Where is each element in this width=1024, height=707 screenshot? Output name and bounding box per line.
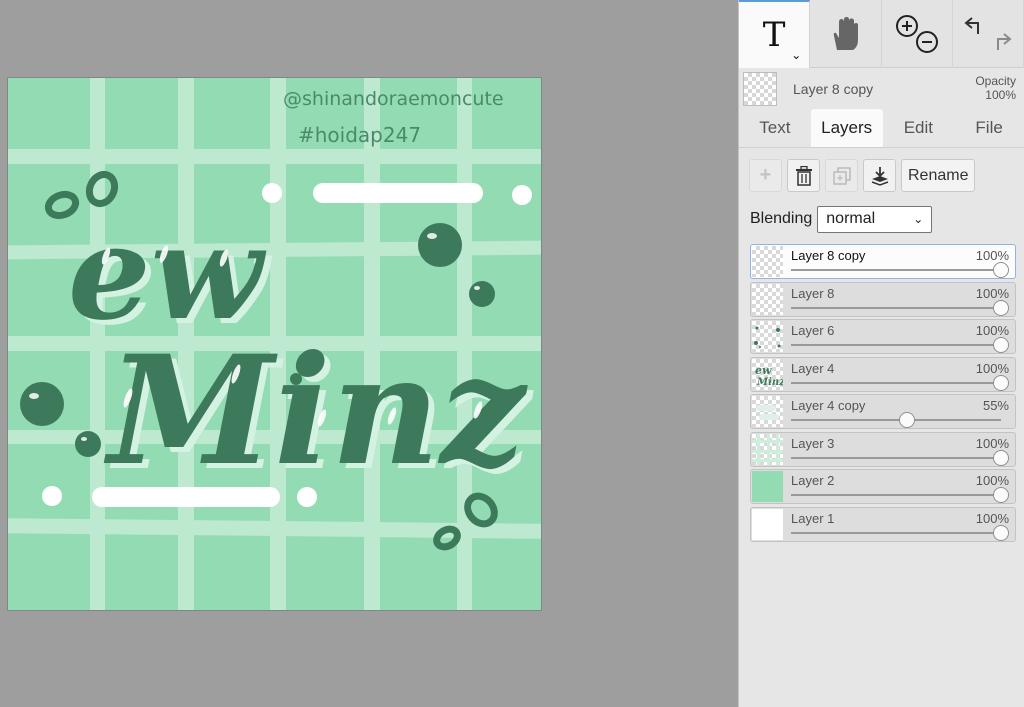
- layer-name: Layer 4: [791, 360, 835, 376]
- opacity-slider[interactable]: [791, 487, 1009, 503]
- current-layer-thumbnail: [743, 72, 777, 106]
- layer-thumbnail: [752, 471, 783, 502]
- blending-mode-select[interactable]: normal ⌄: [817, 205, 933, 233]
- zoom-in-icon: [895, 15, 918, 37]
- duplicate-layer-button[interactable]: [825, 159, 858, 192]
- svg-text:ew: ew: [755, 364, 772, 377]
- text-tool-button[interactable]: T ⌄: [739, 0, 811, 68]
- panel-tabs: Text Layers Edit File: [739, 109, 1024, 148]
- side-panel: T ⌄ Layer 8 copy Opacity 100% Text Layer…: [738, 0, 1024, 707]
- undo-icon: [964, 17, 979, 34]
- layer-row[interactable]: ew Minz Layer 4 100%: [750, 356, 1016, 392]
- opacity-slider[interactable]: [791, 449, 1009, 466]
- tab-layers[interactable]: Layers: [810, 109, 883, 147]
- opacity-slider-handle[interactable]: [993, 262, 1009, 278]
- text-tool-label: T: [762, 15, 786, 55]
- add-layer-button[interactable]: +: [749, 159, 782, 192]
- opacity-value: 100%: [985, 88, 1016, 102]
- merge-down-icon: [871, 166, 888, 186]
- layer-row[interactable]: Layer 4 copy 55%: [750, 394, 1016, 429]
- tab-file[interactable]: File: [954, 109, 1024, 147]
- layer-row[interactable]: Layer 3 100%: [750, 431, 1016, 467]
- layer-row[interactable]: Layer 2 100%: [750, 469, 1016, 504]
- current-layer-opacity[interactable]: Opacity 100%: [975, 74, 1016, 102]
- layer-opacity: 100%: [975, 473, 1009, 488]
- opacity-slider[interactable]: [791, 337, 1009, 353]
- artwork-text-minz: Minz: [103, 323, 528, 499]
- hand-icon: [834, 17, 859, 50]
- opacity-slider-handle[interactable]: [993, 449, 1009, 466]
- watermark-tag: #hoidap247: [298, 123, 421, 147]
- workspace: @shinandoraemoncute #hoidap247 ew Minz e…: [0, 0, 738, 707]
- layer-list: Layer 8 copy 100% Layer 8 100% Layer 6 1…: [739, 234, 1024, 542]
- image-canvas[interactable]: @shinandoraemoncute #hoidap247 ew Minz e…: [7, 77, 542, 611]
- layer-name: Layer 8: [791, 285, 835, 301]
- zoom-out-icon: [915, 31, 938, 53]
- layer-thumbnail: [752, 508, 783, 540]
- svg-text:Minz: Minz: [756, 377, 783, 388]
- opacity-slider-handle[interactable]: [993, 337, 1009, 353]
- layer-name: Layer 1: [791, 510, 835, 526]
- merge-down-button[interactable]: [863, 159, 896, 192]
- opacity-slider-handle[interactable]: [993, 524, 1009, 541]
- layer-opacity: 100%: [975, 510, 1009, 526]
- duplicate-icon: [832, 166, 851, 185]
- layer-opacity: 100%: [975, 435, 1009, 451]
- trash-icon: [795, 165, 812, 186]
- blending-label: Blending: [750, 210, 813, 227]
- layer-row[interactable]: Layer 8 100%: [750, 281, 1016, 317]
- delete-layer-button[interactable]: [787, 159, 820, 192]
- watermark-user: @shinandoraemoncute: [283, 88, 504, 110]
- blending-mode-value: normal: [826, 210, 876, 227]
- layer-opacity: 55%: [982, 398, 1009, 413]
- layer-thumbnail: ew Minz: [752, 358, 783, 390]
- current-layer-name: Layer 8 copy: [793, 81, 874, 97]
- layer-row[interactable]: Layer 1 100%: [750, 506, 1016, 542]
- layer-thumbnail: [752, 433, 783, 465]
- layer-row[interactable]: Layer 6 100%: [750, 319, 1016, 354]
- opacity-slider[interactable]: [791, 374, 1009, 391]
- redo-icon: [996, 33, 1012, 50]
- opacity-slider-handle[interactable]: [993, 374, 1009, 391]
- layer-name: Layer 4 copy: [791, 398, 866, 413]
- blending-row: Blending normal ⌄: [739, 204, 1024, 234]
- layer-opacity: 100%: [975, 323, 1009, 338]
- opacity-label: Opacity: [975, 74, 1016, 88]
- layer-name: Layer 2: [791, 473, 835, 488]
- tab-edit[interactable]: Edit: [883, 109, 955, 147]
- history-tool-button[interactable]: [953, 0, 1024, 68]
- opacity-slider-handle[interactable]: [993, 487, 1009, 503]
- layer-opacity: 100%: [975, 248, 1009, 263]
- layer-name: Layer 3: [791, 435, 835, 451]
- opacity-slider-handle[interactable]: [898, 412, 915, 428]
- layer-name: Layer 8 copy: [791, 248, 866, 263]
- zoom-tool-button[interactable]: [882, 0, 953, 68]
- rename-layer-button[interactable]: Rename: [901, 159, 976, 192]
- layer-thumbnail: [752, 283, 783, 315]
- plus-icon: +: [759, 164, 772, 186]
- layer-name: Layer 6: [791, 323, 835, 338]
- canvas-artwork: @shinandoraemoncute #hoidap247 ew Minz e…: [8, 78, 541, 610]
- chevron-down-icon: ⌄: [791, 48, 802, 62]
- layer-thumbnail: [752, 396, 783, 427]
- opacity-slider[interactable]: [791, 412, 1001, 428]
- layer-thumbnail: [752, 246, 783, 277]
- opacity-slider-handle[interactable]: [993, 299, 1009, 316]
- chevron-down-icon: ⌄: [913, 212, 924, 226]
- tool-bar: T ⌄: [739, 0, 1024, 68]
- pan-tool-button[interactable]: [810, 0, 882, 68]
- layer-opacity: 100%: [975, 360, 1009, 376]
- layer-actions: + Rename: [739, 148, 1024, 204]
- current-layer-info: Layer 8 copy Opacity 100%: [739, 68, 1024, 110]
- opacity-slider[interactable]: [791, 524, 1009, 541]
- layer-thumbnail: [752, 321, 783, 352]
- layer-opacity: 100%: [975, 285, 1009, 301]
- layer-row[interactable]: Layer 8 copy 100%: [750, 244, 1016, 279]
- opacity-slider[interactable]: [791, 262, 1009, 278]
- opacity-slider[interactable]: [791, 299, 1009, 316]
- tab-text[interactable]: Text: [739, 109, 811, 147]
